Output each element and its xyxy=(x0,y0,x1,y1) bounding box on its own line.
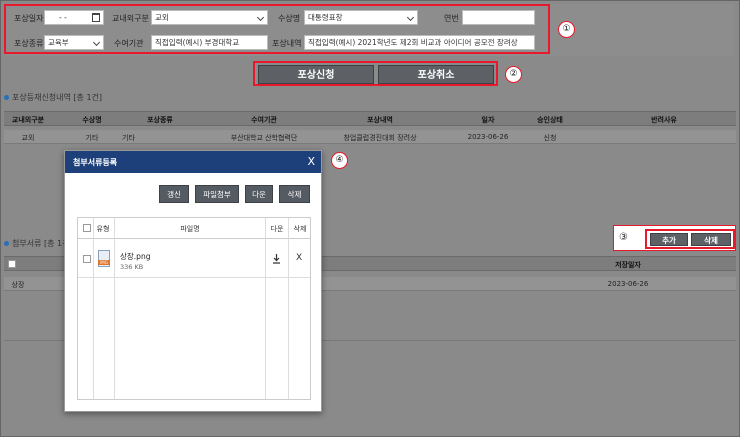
marker-3: ③ xyxy=(619,232,628,243)
application-section-title: 포상등재신청내역 [총 1건] xyxy=(4,92,102,103)
image-file-icon: IMG xyxy=(98,250,110,267)
attachment-row-name: 상장 xyxy=(11,281,25,289)
row-inout: 교외 xyxy=(21,134,35,142)
row-award-type: 기타 xyxy=(122,134,135,142)
marker-2: ② xyxy=(505,66,522,83)
col-delete: 삭제 xyxy=(293,225,307,233)
file-checkbox[interactable] xyxy=(83,255,91,263)
download-icon[interactable] xyxy=(272,254,281,264)
col-status: 승인상태 xyxy=(537,116,563,124)
refresh-button[interactable]: 갱신 xyxy=(159,185,189,203)
modal-select-all-checkbox[interactable] xyxy=(83,224,91,232)
bullet-icon xyxy=(4,241,9,246)
col-date: 일자 xyxy=(481,116,495,124)
delete-button[interactable]: 삭제 xyxy=(279,185,310,203)
attachment-section-title: 첨부서류 [총 1건] xyxy=(4,238,73,249)
col-reject-reason: 반려사유 xyxy=(651,116,677,124)
bullet-icon xyxy=(4,95,9,100)
modal-header: 첨부서류등록 X xyxy=(65,151,321,173)
marker-1: ① xyxy=(558,21,575,38)
delete-attachment-button[interactable]: 삭제 xyxy=(691,233,731,246)
select-all-checkbox[interactable] xyxy=(8,260,16,268)
row-status: 신청 xyxy=(543,134,557,142)
modal-table-header: 유형 파일명 다운 삭제 xyxy=(78,218,310,239)
col-saved-date: 저장일자 xyxy=(615,261,641,269)
download-button[interactable]: 다운 xyxy=(245,185,273,203)
apply-award-button[interactable]: 포상신청 xyxy=(258,65,374,84)
attachment-row-date: 2023-06-26 xyxy=(607,280,649,288)
application-section-title-text: 포상등재신청내역 [총 1건] xyxy=(12,93,103,102)
row-details: 창업클럽경진대회 장려상 xyxy=(343,134,417,142)
col-award-name: 수상명 xyxy=(82,116,102,124)
col-award-type: 포상종류 xyxy=(147,116,173,124)
form-highlight xyxy=(4,4,550,54)
col-details: 포상내역 xyxy=(367,116,393,124)
list-item[interactable]: IMG 상장.png 336 KB X xyxy=(78,240,310,278)
col-filename: 파일명 xyxy=(180,225,200,233)
table-row[interactable]: 교외 기타 기타 부산대학교 산학협력단 창업클럽경진대회 장려상 2023-0… xyxy=(4,130,736,144)
application-table-header: 교내외구분 수상명 포상종류 수여기관 포상내역 일자 승인상태 반려사유 xyxy=(4,111,736,126)
modal-file-table: 유형 파일명 다운 삭제 IMG 상장.png 336 KB X xyxy=(77,217,311,400)
file-name[interactable]: 상장.png xyxy=(120,251,150,262)
file-size: 336 KB xyxy=(120,263,144,271)
cancel-award-button[interactable]: 포상취소 xyxy=(378,65,494,84)
row-date: 2023-06-26 xyxy=(467,133,509,141)
row-award-name: 기타 xyxy=(85,134,99,142)
modal-title: 첨부서류등록 xyxy=(73,158,118,167)
delete-file-icon[interactable]: X xyxy=(296,253,302,263)
attach-file-button[interactable]: 파일첨부 xyxy=(195,185,239,203)
add-attachment-button[interactable]: 추가 xyxy=(650,233,688,246)
file-type-badge: IMG xyxy=(98,260,110,265)
marker-4: ④ xyxy=(331,152,348,169)
col-download: 다운 xyxy=(270,225,284,233)
close-icon[interactable]: X xyxy=(307,155,315,168)
col-type: 유형 xyxy=(96,225,110,233)
row-agency: 부산대학교 산학협력단 xyxy=(230,134,298,142)
attachment-modal: 첨부서류등록 X 갱신 파일첨부 다운 삭제 유형 파일명 다운 삭제 IMG … xyxy=(64,150,322,412)
col-inout: 교내외구분 xyxy=(11,116,45,124)
col-agency: 수여기관 xyxy=(251,116,277,124)
